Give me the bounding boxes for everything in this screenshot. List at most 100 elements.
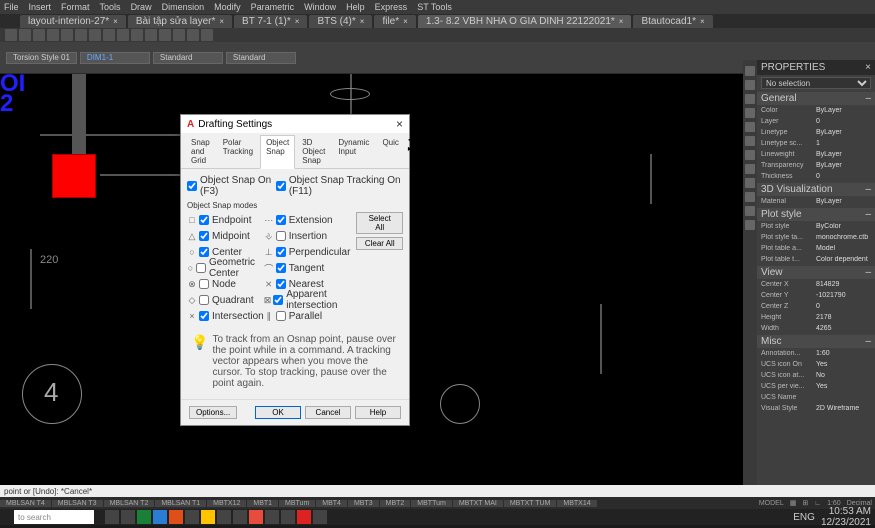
menu-item[interactable]: Modify (214, 2, 241, 12)
osnap-mode-row[interactable]: ⎀Insertion (264, 228, 351, 244)
qat-icon[interactable] (19, 29, 31, 41)
collapse-icon[interactable]: – (865, 336, 871, 347)
property-row[interactable]: ColorByLayer (757, 105, 875, 116)
dialog-tab[interactable]: Snap and Grid (185, 135, 216, 168)
taskbar-icon[interactable] (153, 510, 167, 524)
dialog-tab[interactable]: Polar Tracking (217, 135, 259, 168)
qat-icon[interactable] (201, 29, 213, 41)
dialog-tab[interactable]: Dynamic Input (332, 135, 375, 168)
osnap-checkbox[interactable] (276, 263, 286, 273)
menu-item[interactable]: Parametric (251, 2, 295, 12)
tool-icon[interactable] (745, 164, 755, 174)
property-value[interactable]: 814829 (816, 281, 871, 288)
osnap-checkbox[interactable] (199, 231, 209, 241)
property-value[interactable]: 0 (816, 173, 871, 180)
osnap-mode-row[interactable]: ◇Quadrant (187, 292, 264, 308)
property-value[interactable]: 1 (816, 140, 871, 147)
property-row[interactable]: Center Z0 (757, 301, 875, 312)
menu-item[interactable]: Express (375, 2, 408, 12)
menu-item[interactable]: Format (61, 2, 90, 12)
property-value[interactable]: 2178 (816, 314, 871, 321)
osnap-checkbox[interactable] (276, 231, 286, 241)
osnap-checkbox[interactable] (199, 295, 209, 305)
property-row[interactable]: Layer0 (757, 116, 875, 127)
close-icon[interactable]: × (295, 17, 300, 26)
dialog-tab[interactable]: Quic (376, 135, 404, 168)
osnap-checkbox[interactable] (199, 247, 209, 257)
taskbar-icon[interactable] (185, 510, 199, 524)
layout-tab[interactable]: MBTX14 (557, 500, 596, 507)
layout-tab[interactable]: MBLSAN T4 (0, 500, 51, 507)
taskbar-icon[interactable] (313, 510, 327, 524)
search-input[interactable]: to search (14, 510, 94, 524)
qat-icon[interactable] (103, 29, 115, 41)
osnap-checkbox[interactable] (276, 311, 286, 321)
close-icon[interactable]: × (700, 17, 705, 26)
document-tab[interactable]: Bài tập sửa layer*× (128, 15, 232, 28)
property-section-header[interactable]: Misc– (757, 335, 875, 348)
property-row[interactable]: UCS icon at...No (757, 370, 875, 381)
osnap-mode-row[interactable]: △Midpoint (187, 228, 264, 244)
property-value[interactable]: Yes (816, 383, 871, 390)
close-button[interactable]: × (396, 117, 403, 131)
tool-icon[interactable] (745, 66, 755, 76)
property-row[interactable]: Plot styleByColor (757, 221, 875, 232)
close-icon[interactable]: × (360, 17, 365, 26)
taskbar-icon[interactable] (281, 510, 295, 524)
property-value[interactable]: 1:60 (816, 350, 871, 357)
document-tab[interactable]: Btautocad1*× (633, 15, 712, 28)
layout-tab[interactable]: MBTXT TUM (504, 500, 557, 507)
layout-tab[interactable]: MBLSAN T2 (104, 500, 155, 507)
tool-icon[interactable] (745, 220, 755, 230)
dim-dropdown[interactable]: DIM1-1 (80, 52, 150, 64)
tool-icon[interactable] (745, 192, 755, 202)
document-tab[interactable]: file*× (374, 15, 415, 28)
property-row[interactable]: Plot table a...Model (757, 243, 875, 254)
property-section-header[interactable]: 3D Visualization– (757, 183, 875, 196)
ok-button[interactable]: OK (255, 406, 301, 419)
select-all-button[interactable]: Select All (356, 212, 403, 234)
tab-scroll-icon[interactable]: ◂ ▸ (406, 135, 414, 168)
document-tab[interactable]: BT 7-1 (1)*× (234, 15, 307, 28)
tool-icon[interactable] (745, 108, 755, 118)
property-value[interactable]: ByLayer (816, 151, 871, 158)
tool-icon[interactable] (745, 206, 755, 216)
taskbar-icon[interactable] (249, 510, 263, 524)
property-row[interactable]: Height2178 (757, 312, 875, 323)
close-icon[interactable]: × (619, 17, 624, 26)
layout-tab[interactable]: MBT3 (348, 500, 379, 507)
osnap-mode-row[interactable]: □Endpoint (187, 212, 264, 228)
tool-icon[interactable] (745, 136, 755, 146)
model-button[interactable]: MODEL (756, 500, 787, 507)
options-button[interactable]: Options... (189, 406, 237, 419)
style-dropdown[interactable]: Torsion Style 01 (6, 52, 77, 64)
property-value[interactable]: ByLayer (816, 129, 871, 136)
property-value[interactable]: -1021790 (816, 292, 871, 299)
osnap-checkbox[interactable] (199, 311, 209, 321)
menu-item[interactable]: Dimension (162, 2, 205, 12)
osnap-mode-row[interactable]: ⊠Apparent intersection (264, 292, 351, 308)
menu-item[interactable]: File (4, 2, 19, 12)
collapse-icon[interactable]: – (865, 209, 871, 220)
qat-icon[interactable] (89, 29, 101, 41)
property-value[interactable]: Yes (816, 361, 871, 368)
otrack-on-checkbox[interactable]: Object Snap Tracking On (F11) (276, 175, 403, 197)
property-value[interactable]: 0 (816, 118, 871, 125)
qat-icon[interactable] (131, 29, 143, 41)
tool-icon[interactable] (745, 94, 755, 104)
property-row[interactable]: Center Y-1021790 (757, 290, 875, 301)
clear-all-button[interactable]: Clear All (356, 237, 403, 250)
menu-item[interactable]: ST Tools (417, 2, 452, 12)
layout-tab[interactable]: MBTXT MAI (453, 500, 503, 507)
osnap-mode-row[interactable]: ⌒Tangent (264, 260, 351, 276)
document-tab[interactable]: 1.3- 8.2 VBH NHA O GIA DINH 22122021*× (418, 15, 632, 28)
property-row[interactable]: Plot table t...Color dependent (757, 254, 875, 265)
layout-tab[interactable]: MBT4 (316, 500, 347, 507)
taskbar-icon[interactable] (297, 510, 311, 524)
close-icon[interactable]: × (865, 62, 871, 73)
layout-tab[interactable]: MBTX12 (207, 500, 246, 507)
property-value[interactable]: ByLayer (816, 198, 871, 205)
collapse-icon[interactable]: – (865, 267, 871, 278)
tool-icon[interactable] (745, 150, 755, 160)
taskbar-icon[interactable] (121, 510, 135, 524)
